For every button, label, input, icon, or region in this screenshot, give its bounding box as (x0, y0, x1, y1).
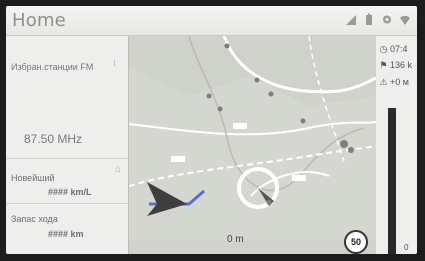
navigation-screen: Home Избран.станции FM ⁝ 87.50 MHz ⌂ Нов… (6, 6, 417, 254)
divider (6, 158, 128, 159)
map-canvas[interactable] (129, 36, 376, 254)
map-view[interactable]: 0 m 50 (129, 36, 376, 254)
distance-row: ⚑ 136 k (379, 60, 412, 71)
radio-settings-icon[interactable]: ⁝ (113, 58, 116, 69)
range-title: Запас хода (11, 214, 58, 224)
gear-icon[interactable] (381, 13, 393, 26)
economy-value: #### km/L (48, 187, 92, 197)
economy-title: Новейший (11, 173, 55, 183)
flag-icon: ⚑ (379, 60, 388, 70)
bar-distance-label: 0 m (404, 243, 411, 254)
speed-limit-sign: 50 (344, 230, 368, 254)
battery-icon (366, 13, 372, 25)
signal-icon (346, 15, 356, 25)
range-value: #### km (48, 229, 84, 239)
status-icons (345, 13, 411, 26)
left-panel: Избран.станции FM ⁝ 87.50 MHz ⌂ Новейший… (6, 36, 129, 254)
arrival-time: 07:4 (390, 44, 408, 54)
home-icon: ⌂ (115, 164, 121, 174)
header-bar: Home (6, 6, 417, 36)
radio-station-title: Избран.станции FM (11, 62, 94, 72)
distance-to-turn: 0 m (227, 234, 244, 245)
route-info-panel[interactable]: ◷07:4 ⚑136 k ⚠+0 м 0 m (376, 36, 417, 254)
radio-frequency: 87.50 MHz (24, 132, 83, 146)
wifi-icon (400, 15, 410, 25)
route-progress-bar (388, 108, 396, 254)
page-title: Home (12, 10, 66, 31)
arrival-time-row: ◷ 07:4 (379, 44, 408, 55)
clock-icon: ◷ (379, 44, 388, 54)
warning-icon: ⚠ (379, 77, 388, 87)
elevation-change: +0 м (390, 77, 409, 87)
elevation-row: ⚠ +0 м (379, 77, 409, 88)
remaining-distance: 136 k (390, 60, 413, 70)
divider (6, 203, 128, 204)
